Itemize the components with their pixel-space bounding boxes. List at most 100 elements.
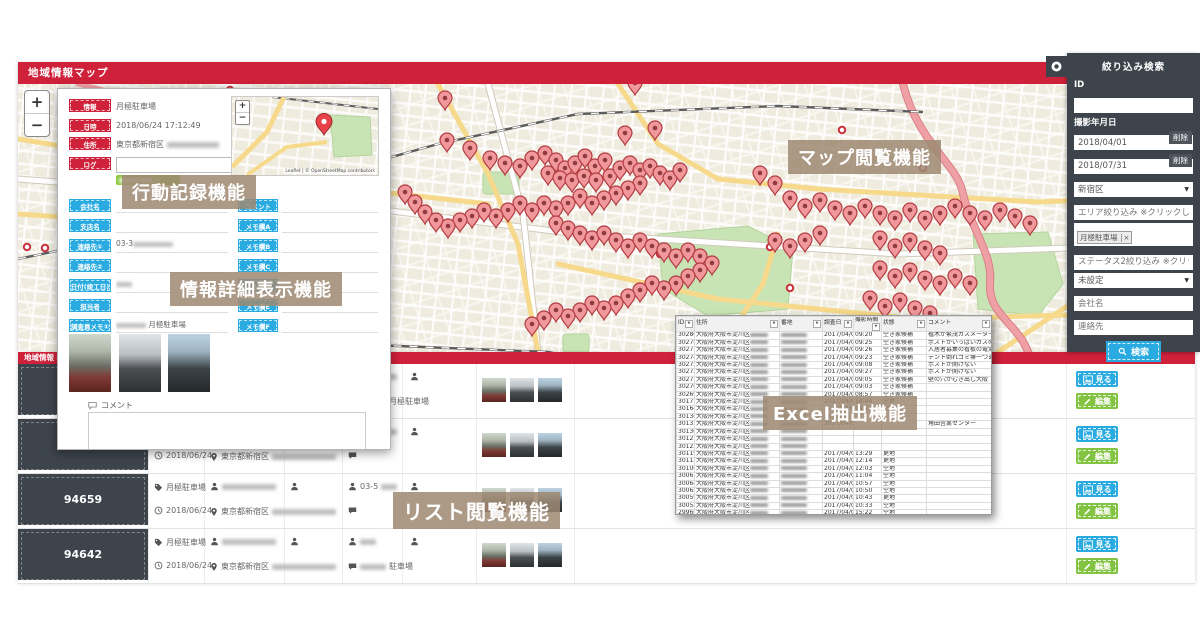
zoom-out-button[interactable]: − — [25, 114, 49, 136]
edit-button[interactable]: 編集 — [1076, 503, 1118, 519]
list-row[interactable]: 94642 月極駐車場 2018/06/24 東京都新宿区 駐車場 見る 編集 — [18, 529, 1195, 584]
excel-column-header[interactable]: 状態▼ — [882, 317, 927, 332]
photo-thumbnail[interactable] — [510, 543, 534, 567]
photo-thumbnail[interactable] — [482, 543, 506, 567]
chevron-down-icon: ▼ — [1184, 277, 1189, 284]
site-photo[interactable] — [168, 334, 210, 392]
detail-field-input[interactable] — [282, 239, 378, 253]
row-photos[interactable] — [482, 543, 562, 567]
zoom-in-button[interactable]: + — [236, 101, 249, 113]
redacted-text — [222, 539, 276, 545]
row-photos[interactable] — [482, 378, 562, 402]
sidebar-toggle[interactable] — [1046, 56, 1067, 77]
detail-field-input[interactable]: 月極駐車場 — [116, 319, 228, 333]
excel-row[interactable]: 29966 大阪府大阪市淀川区 2017/04/0415:22空地 — [677, 510, 992, 515]
filter-dropdown-icon[interactable]: ▼ — [917, 320, 925, 328]
excel-row[interactable]: 30277 大阪府大阪市淀川区 2017/04/0609:26空き家候補入居者募… — [677, 347, 992, 354]
row-address: 東京都新宿区 — [210, 506, 336, 517]
excel-row[interactable]: 30278 大阪府大阪市淀川区 2017/04/0609:25空き家候補ポストが… — [677, 339, 992, 346]
excel-row[interactable]: 30119 大阪府大阪市淀川区 2017/04/0513:29更地 — [677, 450, 992, 457]
map-circle-marker[interactable] — [839, 127, 845, 133]
excel-column-header[interactable]: コメント▼ — [927, 317, 992, 332]
photo-thumbnail[interactable] — [510, 433, 534, 457]
excel-row[interactable]: 30273 大阪府大阪市淀川区 2017/04/0609:08空き家候補ポストが… — [677, 362, 992, 369]
filter-dropdown-icon[interactable]: ▼ — [982, 320, 990, 328]
detail-minimap[interactable]: + − Leaflet | © OpenStreetMap contributo… — [231, 96, 379, 176]
site-photo[interactable] — [69, 334, 111, 392]
status2-filter-input[interactable] — [1074, 255, 1193, 270]
excel-row[interactable]: 30059 大阪府大阪市淀川区 2017/04/0510:43更地 — [677, 495, 992, 502]
id-input[interactable] — [1074, 98, 1193, 113]
excel-row[interactable]: 30274 大阪府大阪市淀川区 2017/04/0609:23空き家候補テント倒… — [677, 354, 992, 361]
date-from-clear-button[interactable]: 削除 — [1169, 131, 1192, 144]
excel-row[interactable]: 30280 大阪府大阪市淀川区 2017/04/0609:20空き家候補植木が繁… — [677, 332, 992, 339]
excel-row[interactable]: 30062 大阪府大阪市淀川区 2017/04/0510:50空地 — [677, 487, 992, 494]
edit-button[interactable]: 編集 — [1076, 558, 1118, 574]
filter-dropdown-icon[interactable]: ▼ — [685, 320, 693, 328]
detail-field-input[interactable] — [282, 319, 378, 333]
excel-row[interactable]: 30067 大阪府大阪市淀川区 2017/04/0511:04空地 — [677, 473, 992, 480]
zoom-in-button[interactable]: + — [25, 91, 49, 114]
excel-column-header[interactable]: 調査日▼ — [823, 317, 854, 332]
detail-field-input[interactable]: 03-3 — [116, 239, 228, 253]
field-label-datetime: 日時 — [69, 119, 111, 132]
view-button[interactable]: 見る — [1076, 371, 1118, 387]
excel-row[interactable]: 30127 大阪府大阪市淀川区 — [677, 436, 992, 443]
excel-row[interactable]: 30272 大阪府大阪市淀川区 2017/04/0609:27空き家候補ポストが… — [677, 369, 992, 376]
company-input[interactable] — [1074, 296, 1193, 311]
map-circle-marker[interactable] — [24, 244, 30, 250]
detail-field-input[interactable] — [116, 259, 228, 273]
filter-dropdown-icon[interactable]: ▼ — [872, 323, 880, 331]
detail-field-input[interactable] — [116, 219, 228, 233]
status-chip-box[interactable]: 月極駐車場× — [1074, 223, 1193, 246]
excel-row[interactable]: 30052 大阪府大阪市淀川区 2017/04/0510:33空地 — [677, 502, 992, 509]
site-photo[interactable] — [119, 334, 161, 392]
map-circle-marker[interactable] — [42, 245, 48, 251]
view-button[interactable]: 見る — [1076, 481, 1118, 497]
edit-button[interactable]: 編集 — [1076, 448, 1118, 464]
filter-dropdown-icon[interactable]: ▼ — [844, 320, 852, 328]
excel-row[interactable]: 30064 大阪府大阪市淀川区 2017/04/0510:57空地 — [677, 480, 992, 487]
view-button[interactable]: 見る — [1076, 426, 1118, 442]
row-photos[interactable] — [482, 433, 562, 457]
excel-row[interactable]: 30270 大阪府大阪市淀川区 2017/04/0609:03空き家候補 — [677, 384, 992, 391]
photo-thumbnail[interactable] — [538, 543, 562, 567]
filter-dropdown-icon[interactable]: ▼ — [770, 320, 778, 328]
map-circle-marker[interactable] — [787, 285, 793, 291]
area-filter-input[interactable] — [1074, 205, 1193, 220]
date-to-clear-button[interactable]: 削除 — [1169, 154, 1192, 167]
minimap-zoom-control[interactable]: + − — [235, 100, 250, 125]
list-row[interactable]: 94659 月極駐車場 03-5 2018/06/24 東京都新宿区 見る 編集 — [18, 474, 1195, 529]
status-select[interactable]: 未設定▼ — [1074, 273, 1193, 288]
photo-thumbnail[interactable] — [538, 378, 562, 402]
detail-field-input[interactable] — [282, 199, 378, 213]
excel-row[interactable]: 30113 大阪府大阪市淀川区 2017/04/0512:14更地 — [677, 458, 992, 465]
search-button[interactable]: 検索 — [1106, 341, 1161, 362]
detail-field-input[interactable] — [282, 259, 378, 273]
row-comment — [348, 451, 357, 460]
excel-row[interactable]: 30271 大阪府大阪市淀川区 2017/04/0609:05空き家候補壁の穴が… — [677, 376, 992, 383]
edit-button[interactable]: 編集 — [1076, 393, 1118, 409]
comment-textarea[interactable] — [88, 412, 366, 450]
map-zoom-control[interactable]: + − — [24, 90, 50, 137]
area-select[interactable]: 新宿区▼ — [1074, 182, 1193, 197]
excel-row[interactable]: 30106 大阪府大阪市淀川区 2017/04/0512:03空地 — [677, 465, 992, 472]
excel-column-header[interactable]: 番地▼ — [780, 317, 823, 332]
log-select[interactable]: ▼ — [116, 157, 248, 173]
contact-input[interactable] — [1074, 320, 1193, 335]
detail-field-label: 担当者 — [69, 299, 111, 312]
excel-column-header[interactable]: ID▼ — [677, 317, 695, 332]
detail-field-label: 調査員メモ① — [69, 319, 111, 332]
excel-column-header[interactable]: 撮影時間▼ — [854, 317, 882, 332]
photo-thumbnail[interactable] — [538, 433, 562, 457]
excel-column-header[interactable]: 住所▼ — [695, 317, 780, 332]
detail-field-input[interactable] — [282, 219, 378, 233]
chip-remove-icon[interactable]: × — [1121, 234, 1130, 242]
zoom-out-button[interactable]: − — [236, 113, 249, 124]
excel-row[interactable]: 30123 大阪府大阪市淀川区 — [677, 443, 992, 450]
photo-thumbnail[interactable] — [510, 378, 534, 402]
filter-dropdown-icon[interactable]: ▼ — [813, 320, 821, 328]
photo-thumbnail[interactable] — [482, 433, 506, 457]
photo-thumbnail[interactable] — [482, 378, 506, 402]
view-button[interactable]: 見る — [1076, 536, 1118, 552]
